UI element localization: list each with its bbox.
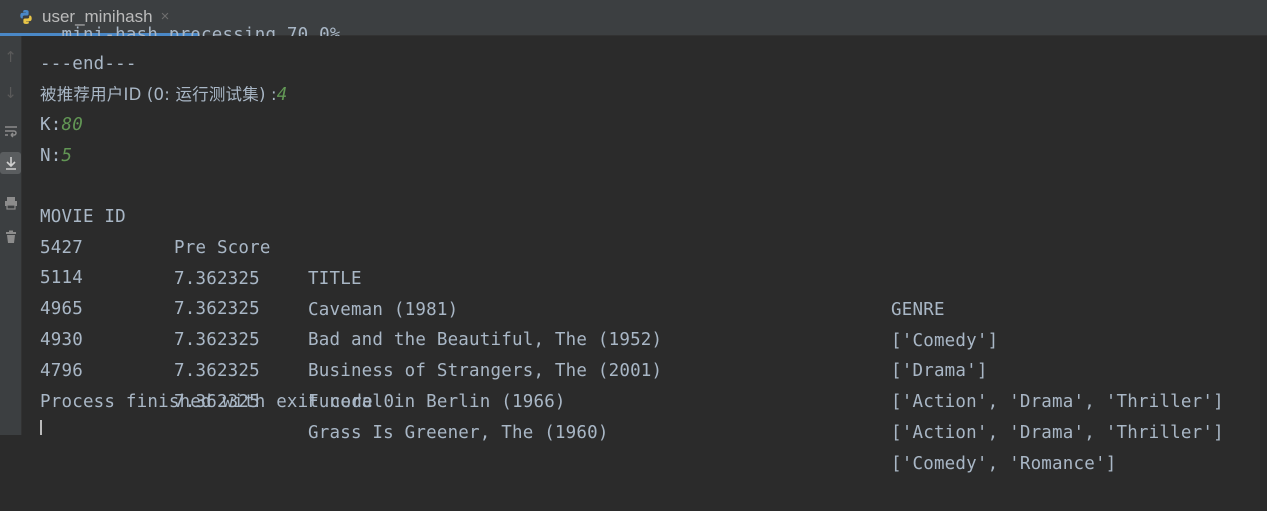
user-id-prompt: 被推荐用户ID (0: 运行测试集) : <box>40 85 277 104</box>
table-row: 5427 7.362325 Caveman (1981) ['Comedy'] <box>40 202 1260 351</box>
n-prompt-line: N:5 <box>40 141 72 172</box>
table-row: 4965 7.362325 Business of Strangers, The… <box>40 263 1260 412</box>
up-arrow-icon[interactable]: ↑ <box>0 46 21 68</box>
k-prompt-line: K:80 <box>40 110 83 141</box>
k-prompt: K: <box>40 115 62 135</box>
n-prompt: N: <box>40 146 62 166</box>
table-header: MOVIE ID Pre Score TITLE GENRE <box>40 171 1260 320</box>
trash-icon[interactable] <box>0 226 21 248</box>
table-row: 4930 7.362325 Funeral in Berlin (1966) [… <box>40 294 1260 443</box>
scroll-to-end-icon[interactable] <box>0 152 21 174</box>
movie-title: Grass Is Greener, The (1960) <box>308 423 609 443</box>
partial-output-line: mini-hash processing 70.0% <box>40 25 341 36</box>
print-icon[interactable] <box>0 192 21 214</box>
movie-genre: ['Action', 'Drama', 'Thriller'] <box>891 392 1224 412</box>
movie-genre: ['Drama'] <box>891 361 988 381</box>
user-id-prompt-line: 被推荐用户ID (0: 运行测试集) :4 <box>40 79 288 110</box>
text-cursor <box>40 420 42 435</box>
n-value: 5 <box>61 146 73 166</box>
console-output[interactable]: mini-hash processing 70.0% ---end--- 被推荐… <box>40 0 1260 474</box>
movie-genre: ['Action', 'Drama', 'Thriller'] <box>891 423 1224 443</box>
movie-title: Business of Strangers, The (2001) <box>308 361 663 381</box>
soft-wrap-icon[interactable] <box>0 120 21 142</box>
end-marker: ---end--- <box>40 54 137 74</box>
movie-id: 4796 <box>40 361 83 381</box>
exit-message: Process finished with exit code 0 <box>40 392 395 412</box>
table-row: 4796 7.362325 Grass Is Greener, The (196… <box>40 325 1260 474</box>
python-icon <box>18 9 34 25</box>
k-value: 80 <box>61 115 83 135</box>
table-row: 5114 7.362325 Bad and the Beautiful, The… <box>40 232 1260 381</box>
user-id-value: 4 <box>276 85 288 105</box>
pre-score: 7.362325 <box>174 361 260 381</box>
down-arrow-icon[interactable]: ↓ <box>0 82 21 104</box>
movie-genre: ['Comedy', 'Romance'] <box>891 454 1117 474</box>
console-toolbar: ↑ ↓ <box>0 36 22 435</box>
